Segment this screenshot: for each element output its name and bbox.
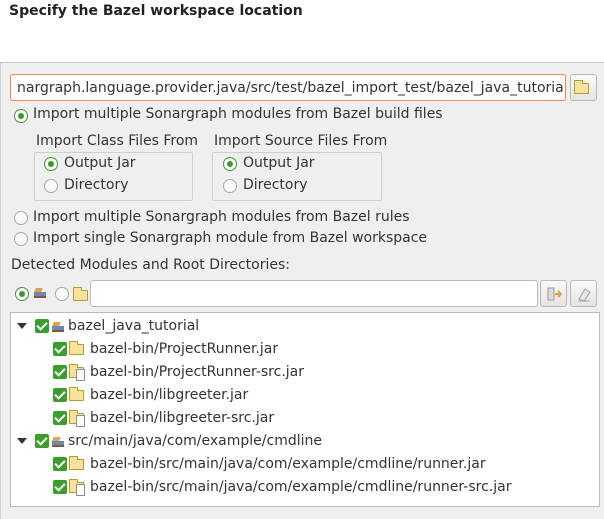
source-files-directory-radio[interactable]	[223, 179, 237, 193]
wizard-header: Specify the Bazel workspace location	[0, 0, 604, 63]
folder-icon	[69, 456, 88, 471]
workspace-path-value: nargraph.language.provider.java/src/test…	[17, 80, 566, 96]
tree-row-directory[interactable]: bazel-bin/src/main/java/com/example/cmdl…	[53, 476, 511, 498]
detected-modules-label: Detected Modules and Root Directories:	[11, 257, 290, 273]
class-files-directory-radio[interactable]	[44, 179, 58, 193]
source-files-output-jar-radio[interactable]	[223, 157, 237, 171]
source-folder-icon	[69, 364, 88, 381]
directory-name: bazel-bin/src/main/java/com/example/cmdl…	[90, 479, 512, 495]
import-single-module-radio[interactable]	[14, 232, 28, 246]
class-files-output-jar-label: Output Jar	[64, 155, 136, 171]
import-multiple-rules-radio[interactable]	[14, 211, 28, 225]
source-files-title: Import Source Files From	[214, 133, 388, 149]
class-files-output-jar-radio[interactable]	[44, 157, 58, 171]
workspace-path-input[interactable]: nargraph.language.provider.java/src/test…	[10, 74, 566, 101]
module-icon	[51, 319, 65, 333]
checkbox-checked-icon[interactable]	[53, 480, 67, 494]
checkbox-checked-icon[interactable]	[53, 411, 67, 425]
folder-icon	[574, 80, 589, 94]
checkbox-checked-icon[interactable]	[35, 434, 49, 448]
filter-apply-icon	[547, 287, 562, 300]
import-multiple-rules-label: Import multiple Sonargraph modules from …	[33, 209, 410, 225]
directory-name: bazel-bin/ProjectRunner.jar	[90, 341, 279, 357]
tree-row-directory[interactable]: bazel-bin/ProjectRunner-src.jar	[53, 361, 304, 383]
checkbox-checked-icon[interactable]	[35, 319, 49, 333]
directory-name: bazel-bin/libgreeter.jar	[90, 387, 249, 403]
import-multiple-build-files-radio[interactable]	[14, 109, 28, 123]
module-icon	[51, 434, 65, 448]
filter-directories-radio[interactable]	[55, 287, 69, 301]
filter-modules-radio[interactable]	[15, 287, 29, 301]
directory-name: bazel-bin/ProjectRunner-src.jar	[90, 364, 304, 380]
import-single-module-label: Import single Sonargraph module from Baz…	[33, 230, 428, 246]
modules-tree[interactable]: bazel_java_tutorial bazel-bin/ProjectRun…	[10, 312, 600, 507]
tree-row-directory[interactable]: bazel-bin/ProjectRunner.jar	[53, 338, 278, 360]
folder-icon	[69, 387, 88, 402]
source-folder-icon	[69, 410, 88, 427]
page-title: Specify the Bazel workspace location	[9, 3, 303, 19]
expand-toggle-icon[interactable]	[17, 438, 27, 444]
checkbox-checked-icon[interactable]	[53, 342, 67, 356]
browse-workspace-button[interactable]	[570, 74, 597, 101]
import-multiple-build-files-label: Import multiple Sonargraph modules from …	[33, 106, 443, 122]
class-files-title: Import Class Files From	[36, 133, 199, 149]
source-folder-icon	[69, 479, 88, 496]
checkbox-checked-icon[interactable]	[53, 388, 67, 402]
checkbox-checked-icon[interactable]	[53, 365, 67, 379]
expand-toggle-icon[interactable]	[17, 323, 27, 329]
tree-row-directory[interactable]: bazel-bin/src/main/java/com/example/cmdl…	[53, 453, 486, 475]
filter-input[interactable]	[90, 280, 538, 307]
tree-row-directory[interactable]: bazel-bin/libgreeter-src.jar	[53, 407, 274, 429]
module-icon	[33, 285, 47, 299]
checkbox-checked-icon[interactable]	[53, 457, 67, 471]
tree-row-module[interactable]: bazel_java_tutorial	[17, 315, 199, 337]
directory-name: bazel-bin/libgreeter-src.jar	[90, 410, 275, 426]
apply-filter-button[interactable]	[540, 280, 567, 307]
source-files-directory-label: Directory	[243, 177, 308, 193]
folder-icon	[69, 341, 88, 356]
module-name: src/main/java/com/example/cmdline	[68, 433, 322, 449]
clear-filter-icon	[577, 287, 591, 302]
source-files-output-jar-label: Output Jar	[243, 155, 315, 171]
clear-filter-button[interactable]	[570, 280, 597, 307]
tree-row-directory[interactable]: bazel-bin/libgreeter.jar	[53, 384, 248, 406]
module-name: bazel_java_tutorial	[68, 318, 200, 334]
tree-row-module[interactable]: src/main/java/com/example/cmdline	[17, 430, 322, 452]
folder-icon	[73, 287, 88, 301]
class-files-directory-label: Directory	[64, 177, 129, 193]
window-left-edge	[0, 0, 1, 519]
directory-name: bazel-bin/src/main/java/com/example/cmdl…	[90, 456, 486, 472]
